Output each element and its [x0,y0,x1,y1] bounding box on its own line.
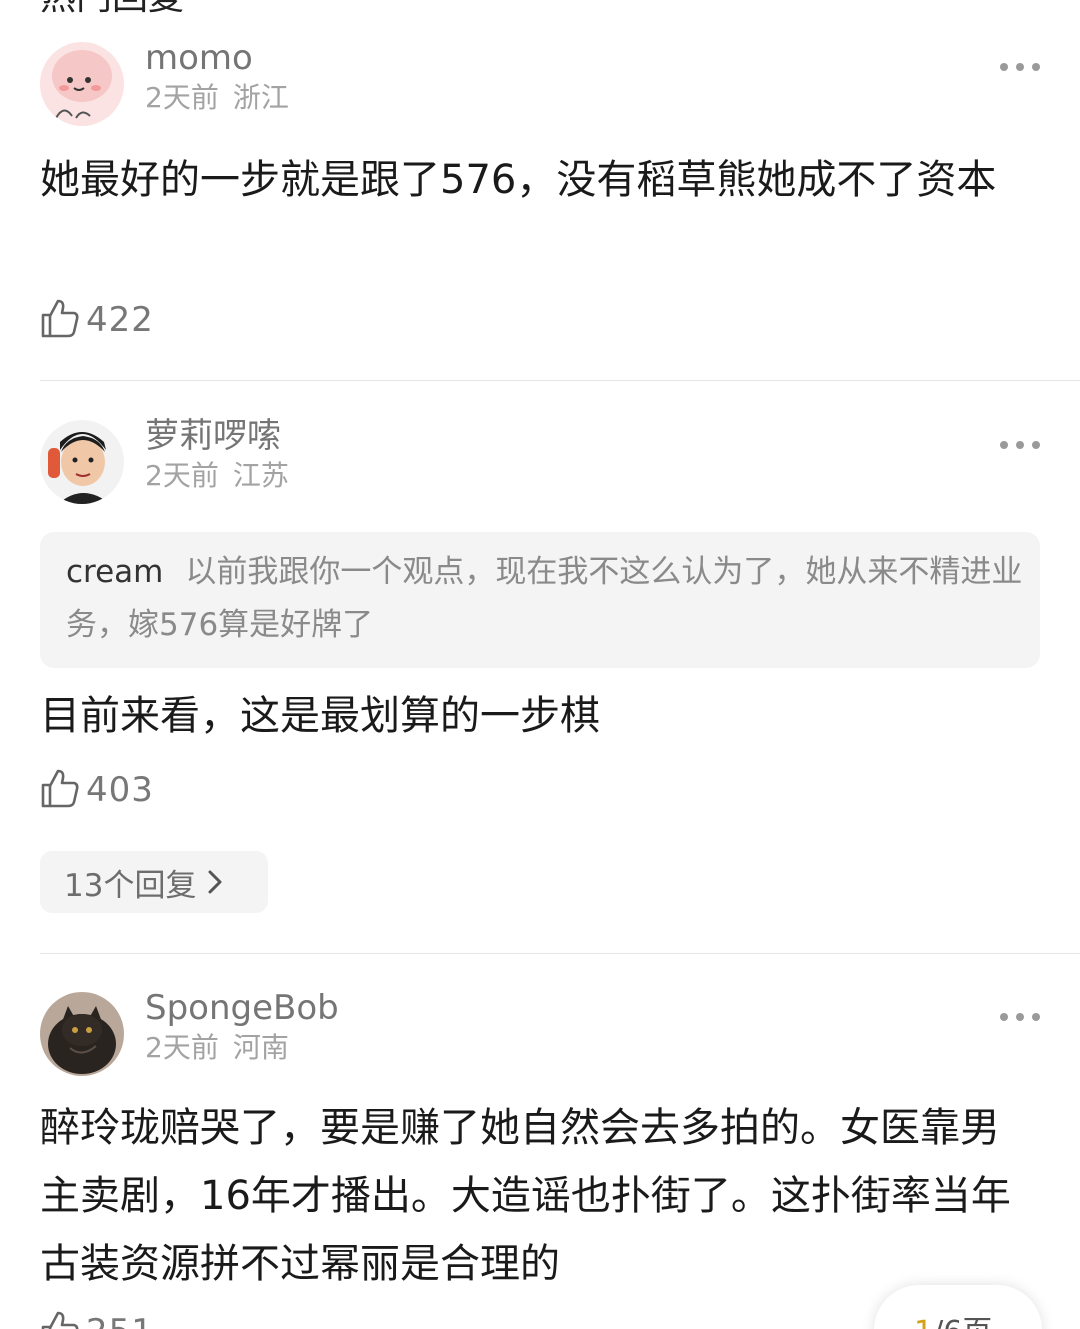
more-dots-icon[interactable] [1000,1008,1040,1028]
like-count: 403 [86,770,154,810]
like-button[interactable]: 422 [40,298,154,342]
like-count: 422 [86,300,154,340]
like-count: 251 [86,1312,154,1329]
current-page: 1 [914,1315,933,1329]
divider [40,380,1080,381]
comment-time: 2天前 [145,459,219,492]
quoted-comment[interactable]: cream 以前我跟你一个观点，现在我不这么认为了，她从来不精进业务，嫁576算是… [40,532,1040,668]
comment-time: 2天前 [145,1031,219,1064]
comment-time: 2天前 [145,81,219,114]
comment-location: 河南 [232,1031,289,1064]
avatar[interactable] [40,992,124,1076]
username[interactable]: SpongeBob [145,986,339,1030]
replies-label: 13个回复 [64,867,197,904]
thumbs-up-icon [40,767,80,813]
comment-location: 浙江 [232,81,289,114]
chevron-right-icon [208,870,222,894]
pager-text: 1/6页 [914,1307,992,1329]
like-button[interactable]: 403 [40,768,154,812]
comment-location: 江苏 [232,459,289,492]
like-button[interactable]: 251 [40,1310,154,1329]
username[interactable]: momo [145,36,253,80]
view-replies-button[interactable]: 13个回复 [40,851,268,913]
thumbs-up-icon [40,1309,80,1329]
comment-meta: 2天前 浙江 [145,80,289,116]
quote-user: cream [66,554,164,590]
avatar[interactable] [40,42,124,126]
divider [40,953,1080,954]
quote-text: cream 以前我跟你一个观点，现在我不这么认为了，她从来不精进业务，嫁576算是… [66,546,1026,652]
more-dots-icon[interactable] [1000,58,1040,78]
comment-meta: 2天前 河南 [145,1030,289,1066]
thumbs-up-icon [40,297,80,343]
page-indicator[interactable]: 1/6页 [874,1285,1042,1329]
section-title: 热门回复 [40,0,184,18]
more-dots-icon[interactable] [1000,436,1040,456]
comment-text: 目前来看，这是最划算的一步棋 [40,693,600,739]
comment-text: 醉玲珑赔哭了，要是赚了她自然会去多拍的。女医靠男主卖剧，16年才播出。大造谣也扑… [40,1105,1011,1287]
avatar[interactable] [40,420,124,504]
total-pages: /6页 [933,1315,992,1329]
quote-content: 以前我跟你一个观点，现在我不这么认为了，她从来不精进业务，嫁576算是好牌了 [66,554,1023,643]
comment-meta: 2天前 江苏 [145,458,289,494]
comments-page: 热门回复 momo 2天前浙江 她最好的一步就是跟了576，没有稻草熊她成不了资… [0,0,1080,1329]
comment-text: 她最好的一步就是跟了576，没有稻草熊她成不了资本 [40,157,997,203]
username[interactable]: 萝莉啰嗦 [145,414,281,458]
